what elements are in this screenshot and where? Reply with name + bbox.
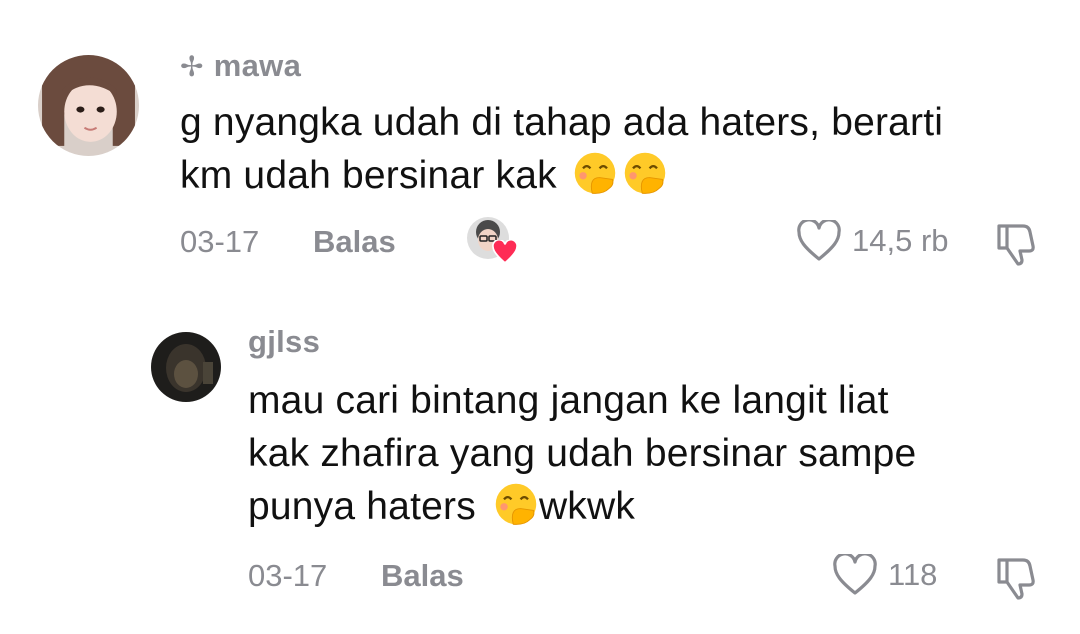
reply-button[interactable]: Balas (381, 558, 464, 594)
comment-line: km udah bersinar kak (180, 149, 943, 202)
like-count: 118 (888, 557, 938, 592)
comment-line-text: wkwk (538, 485, 636, 528)
comment-line-text: km udah bersinar kak (180, 154, 557, 197)
comment-line: mau cari bintang jangan ke langit liat (248, 379, 889, 422)
comment-date: 03-17 (248, 558, 328, 593)
avatar[interactable] (38, 55, 139, 156)
thumbs-down-icon[interactable] (993, 220, 1041, 266)
username[interactable]: gjlss (248, 324, 320, 360)
like-count: 14,5 rb (852, 223, 949, 258)
heart-outline-icon[interactable] (832, 554, 878, 596)
reply-button[interactable]: Balas (313, 224, 396, 260)
comment-line-text: punya haters (248, 485, 476, 528)
thumbs-down-icon[interactable] (993, 554, 1041, 600)
creator-liked-heart-icon (492, 240, 518, 264)
username-text: mawa (213, 48, 302, 83)
comment-line: g nyangka udah di tahap ada haters, bera… (180, 101, 944, 144)
hand-over-mouth-emoji (622, 150, 668, 196)
comment-line: kak zhafira yang udah bersinar sampe (248, 432, 917, 475)
heart-outline-icon[interactable] (796, 220, 842, 262)
hand-over-mouth-emoji (572, 150, 618, 196)
hand-over-mouth-emoji (493, 481, 539, 527)
like-button[interactable]: 14,5 rb (796, 220, 949, 262)
spark-icon: ✢ (180, 51, 204, 82)
comment-text: mau cari bintang jangan ke langit liat k… (248, 374, 916, 533)
comment-text: g nyangka udah di tahap ada haters, bera… (180, 96, 943, 202)
comment-item: ✢ mawa g nyangka udah di tahap ada haters… (0, 0, 1080, 300)
avatar[interactable] (151, 332, 221, 402)
like-button[interactable]: 118 (832, 554, 937, 596)
comment-date: 03-17 (180, 224, 260, 259)
username[interactable]: ✢ mawa (180, 48, 301, 84)
comment-item: gjlss mau cari bintang jangan ke langit … (0, 310, 1080, 630)
creator-liked-badge (466, 216, 518, 266)
comment-line: punya haters wkwk (248, 480, 916, 533)
